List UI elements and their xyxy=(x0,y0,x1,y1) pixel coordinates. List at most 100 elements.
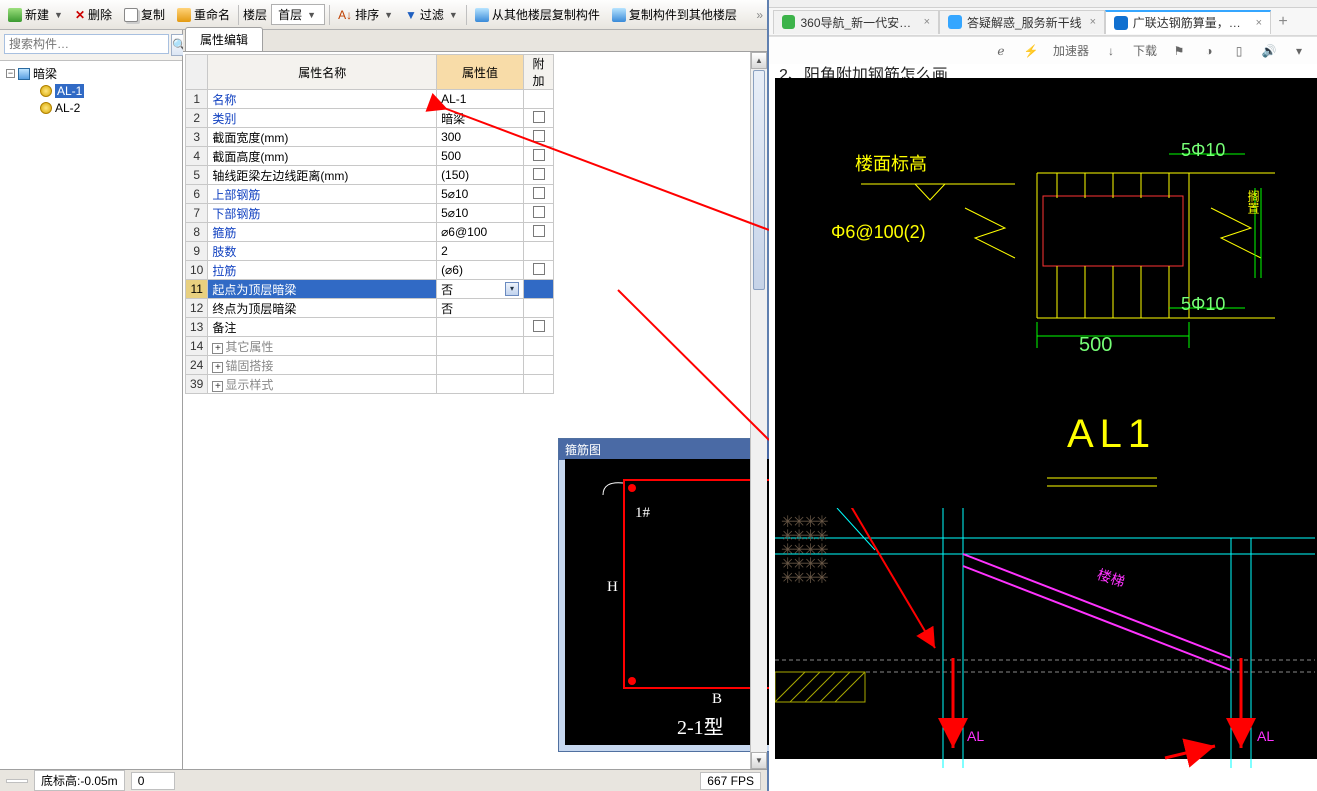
property-row[interactable]: 2类别暗梁 xyxy=(186,109,554,128)
browser-window: 360导航_新一代安全上×答疑解惑_服务新干线×广联达钢筋算量，板中× + 2、… xyxy=(769,0,1317,791)
download-label: 下载 xyxy=(1133,42,1157,59)
property-row[interactable]: 7下部钢筋5⌀10 xyxy=(186,204,554,223)
tree-item[interactable]: AL-2 xyxy=(2,99,180,116)
filter-icon: ▼ xyxy=(405,8,417,22)
cad-label-bot: 5Φ10 xyxy=(1181,294,1225,315)
checkbox[interactable] xyxy=(533,187,545,199)
component-tree: − 暗梁 AL-1 AL-2 xyxy=(0,61,182,769)
glodon-app: 新建▼ ✕删除 复制 重命名 楼层 首层▼ A↓排序▼ ▼过滤▼ 从其他楼层复制… xyxy=(0,0,769,791)
property-row[interactable]: 4截面高度(mm)500 xyxy=(186,147,554,166)
copy-from-floor-button[interactable]: 从其他楼层复制构件 xyxy=(471,4,604,25)
checkbox[interactable] xyxy=(533,130,545,142)
close-tab-icon[interactable]: × xyxy=(1090,16,1096,28)
property-row[interactable]: 6上部钢筋5⌀10 xyxy=(186,185,554,204)
tree-root[interactable]: − 暗梁 xyxy=(2,65,180,82)
status-bar: 底标高:-0.05m 0 667 FPS xyxy=(0,769,767,791)
speed-icon[interactable]: ⚡ xyxy=(1023,43,1039,59)
zoom-icon[interactable]: ▾ xyxy=(1291,43,1307,59)
sort-icon: A↓ xyxy=(338,8,352,22)
floor-label: 楼层 xyxy=(243,6,267,23)
cad-dim-500: 500 xyxy=(1079,334,1112,357)
component-icon xyxy=(40,85,52,97)
close-tab-icon[interactable]: × xyxy=(924,16,930,28)
copy-from-icon xyxy=(475,8,489,22)
vertical-scrollbar[interactable]: ▲ ▼ xyxy=(750,52,767,769)
scroll-down-icon[interactable]: ▼ xyxy=(751,752,767,769)
property-row[interactable]: 3截面宽度(mm)300 xyxy=(186,128,554,147)
browser-tab[interactable]: 答疑解惑_服务新干线 × xyxy=(939,10,1105,34)
copy-to-icon xyxy=(612,8,626,22)
browser-tab[interactable]: 广联达钢筋算量，板中 × xyxy=(1105,10,1271,34)
property-row[interactable]: 12终点为顶层暗梁否 xyxy=(186,299,554,318)
property-row[interactable]: 10拉筋(⌀6) xyxy=(186,261,554,280)
checkbox[interactable] xyxy=(533,320,545,332)
property-row[interactable]: 14+其它属性 xyxy=(186,337,554,356)
property-row[interactable]: 13备注 xyxy=(186,318,554,337)
flag-icon[interactable]: ⚑ xyxy=(1171,43,1187,59)
property-row[interactable]: 11起点为顶层暗梁否▾ xyxy=(186,280,554,299)
search-input[interactable] xyxy=(4,34,169,54)
chevron-down-icon: ▼ xyxy=(54,10,63,20)
property-row[interactable]: 39+显示样式 xyxy=(186,375,554,394)
copy-button[interactable]: 复制 xyxy=(120,4,169,25)
tab-label: 答疑解惑_服务新干线 xyxy=(967,14,1082,31)
label-b: B xyxy=(712,691,722,708)
cad-plan-svg xyxy=(775,508,1315,788)
favicon-icon xyxy=(1114,16,1128,30)
property-row[interactable]: 24+锚固搭接 xyxy=(186,356,554,375)
collapse-icon[interactable]: − xyxy=(6,69,15,78)
speed-label: 加速器 xyxy=(1053,42,1089,59)
new-tab-button[interactable]: + xyxy=(1271,13,1295,31)
scroll-up-icon[interactable]: ▲ xyxy=(751,52,767,69)
cad-label-stirrup: Φ6@100(2) xyxy=(831,222,926,243)
favicon-icon xyxy=(948,15,962,29)
cad-label-al1: AL1 xyxy=(1067,412,1156,457)
toolbar-overflow-icon[interactable]: » xyxy=(756,8,763,22)
col-extra: 附加 xyxy=(524,55,554,90)
favicon-icon xyxy=(782,15,795,29)
rename-button[interactable]: 重命名 xyxy=(173,4,234,25)
cad-drawing: 楼面标高 Φ6@100(2) 5Φ10 5Φ10 500 AL1 搁置 xyxy=(775,78,1317,759)
property-row[interactable]: 9肢数2 xyxy=(186,242,554,261)
label-h: H xyxy=(607,579,618,596)
tab-properties[interactable]: 属性编辑 xyxy=(185,27,263,51)
cad-label-al: AL xyxy=(967,728,984,744)
browser-tab[interactable]: 360导航_新一代安全上 × xyxy=(773,10,939,34)
chevron-down-icon: ▼ xyxy=(307,10,316,20)
tab-label: 广联达钢筋算量，板中 xyxy=(1133,14,1251,31)
filter-button[interactable]: ▼过滤▼ xyxy=(401,4,462,25)
split-icon[interactable]: ▯ xyxy=(1231,43,1247,59)
label-1: 1# xyxy=(635,505,650,522)
property-panel: 属性编辑 属性名称属性值附加 1名称AL-12类别暗梁3截面宽度(mm)3004… xyxy=(183,30,767,769)
main-toolbar: 新建▼ ✕删除 复制 重命名 楼层 首层▼ A↓排序▼ ▼过滤▼ 从其他楼层复制… xyxy=(0,0,767,30)
download-icon[interactable]: ↓ xyxy=(1103,43,1119,59)
restore-icon[interactable]: ◑ xyxy=(1201,43,1217,59)
cad-label-floor: 楼面标高 xyxy=(855,150,927,176)
copy-to-floor-button[interactable]: 复制构件到其他楼层 xyxy=(608,4,741,25)
checkbox[interactable] xyxy=(533,111,545,123)
component-tree-panel: 🔍 − 暗梁 AL-1 AL-2 xyxy=(0,30,183,769)
delete-button[interactable]: ✕删除 xyxy=(71,4,116,25)
property-row[interactable]: 8箍筋⌀6@100 xyxy=(186,223,554,242)
volume-icon[interactable]: 🔊 xyxy=(1261,43,1277,59)
property-row[interactable]: 1名称AL-1 xyxy=(186,90,554,109)
new-button[interactable]: 新建▼ xyxy=(4,4,67,25)
checkbox[interactable] xyxy=(533,263,545,275)
cad-label-support: 搁置 xyxy=(1245,190,1262,214)
tab-label: 360导航_新一代安全上 xyxy=(800,14,918,31)
checkbox[interactable] xyxy=(533,225,545,237)
property-row[interactable]: 5轴线距梁左边线距离(mm)(150) xyxy=(186,166,554,185)
tree-item[interactable]: AL-1 xyxy=(2,82,180,99)
checkbox[interactable] xyxy=(533,206,545,218)
close-tab-icon[interactable]: × xyxy=(1256,17,1262,29)
checkbox[interactable] xyxy=(533,168,545,180)
copy-icon xyxy=(124,8,138,22)
floor-dropdown[interactable]: 首层▼ xyxy=(271,4,325,25)
property-grid: 属性名称属性值附加 1名称AL-12类别暗梁3截面宽度(mm)3004截面高度(… xyxy=(185,54,554,394)
checkbox[interactable] xyxy=(533,149,545,161)
delete-icon: ✕ xyxy=(75,8,85,22)
browser-status-bar: ℯ ⚡ 加速器 ↓ 下载 ⚑ ◑ ▯ 🔊 ▾ xyxy=(769,36,1317,64)
ie-mode-icon[interactable]: ℯ xyxy=(993,43,1009,59)
sort-button[interactable]: A↓排序▼ xyxy=(334,4,397,25)
rename-icon xyxy=(177,8,191,22)
